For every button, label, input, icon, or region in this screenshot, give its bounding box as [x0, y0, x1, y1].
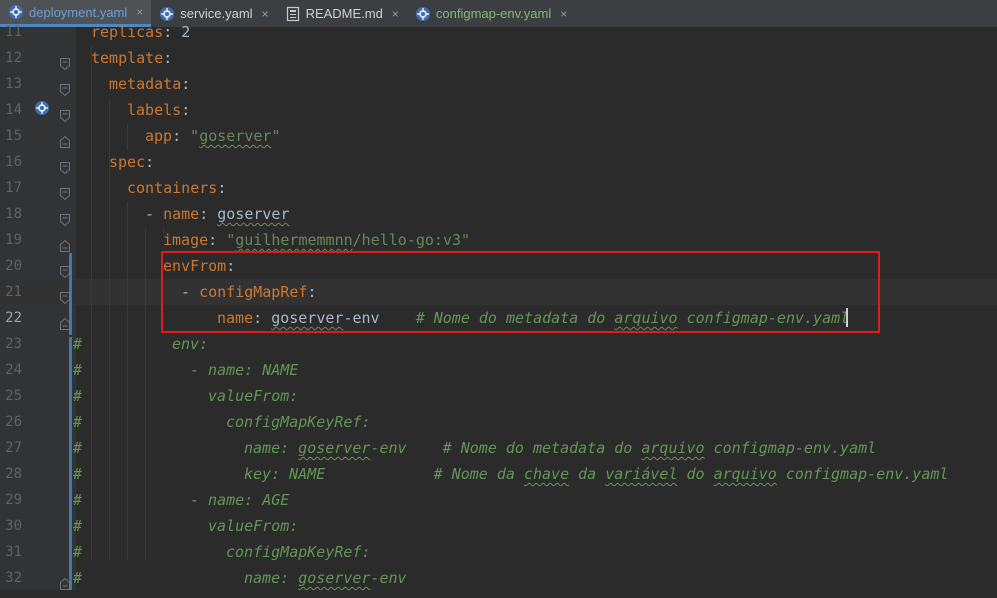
line-number: 21: [5, 284, 22, 300]
indent-guide: [145, 228, 146, 560]
code-line[interactable]: 27 # name: goserver-env # Nome do metadata…: [0, 435, 997, 461]
comment-marker: #: [73, 491, 83, 509]
code-line[interactable]: 30 # valueFrom:: [0, 513, 997, 539]
fold-collapse-icon[interactable]: [60, 52, 70, 71]
line-number: 15: [5, 128, 22, 144]
code-text[interactable]: labels:: [127, 97, 190, 123]
code-line[interactable]: 24 # - name: NAME: [0, 357, 997, 383]
code-line[interactable]: 29 # - name: AGE: [0, 487, 997, 513]
code-line[interactable]: 31 # configMapKeyRef:: [0, 539, 997, 565]
fold-collapse-icon[interactable]: [60, 156, 70, 175]
fold-collapse-icon[interactable]: [60, 208, 70, 227]
comment-marker: #: [73, 387, 83, 405]
indent-guide: [163, 228, 164, 233]
comment-marker: #: [73, 465, 83, 483]
line-number: 12: [5, 50, 22, 66]
vcs-change-marker[interactable]: [69, 337, 72, 590]
line-number: 19: [5, 232, 22, 248]
comment-marker: #: [73, 335, 83, 353]
line-number: 16: [5, 154, 22, 170]
fold-collapse-icon[interactable]: [60, 104, 70, 123]
line-number: 23: [5, 336, 22, 352]
tab-label: deployment.yaml: [29, 4, 128, 20]
code-text[interactable]: replicas: 2: [91, 19, 190, 45]
line-number: 17: [5, 180, 22, 196]
line-number: 29: [5, 492, 22, 508]
code-line[interactable]: 18 - name: goserver: [0, 201, 997, 227]
text-caret: [846, 308, 848, 327]
code-text[interactable]: - name: goserver: [145, 201, 290, 227]
kubernetes-gutter-icon[interactable]: [34, 100, 50, 116]
line-number: 14: [5, 102, 22, 118]
annotation-highlight-box: [161, 251, 880, 333]
code-text[interactable]: metadata:: [109, 71, 190, 97]
indent-guide: [127, 202, 128, 560]
code-text[interactable]: - name: NAME: [190, 357, 298, 383]
code-text[interactable]: name: goserver-env: [244, 565, 407, 591]
line-number: 11: [5, 24, 22, 40]
fold-collapse-icon[interactable]: [60, 78, 70, 97]
code-line[interactable]: 11 replicas: 2: [0, 19, 997, 45]
code-text[interactable]: key: NAME # Nome da chave da variável do…: [244, 461, 948, 487]
code-line[interactable]: 14 labels:: [0, 97, 997, 123]
fold-collapse-icon[interactable]: [60, 182, 70, 201]
code-line[interactable]: 28 # key: NAME # Nome da chave da variável…: [0, 461, 997, 487]
line-number: 26: [5, 414, 22, 430]
line-number: 24: [5, 362, 22, 378]
fold-end-icon[interactable]: [60, 234, 70, 252]
code-text[interactable]: env:: [172, 331, 208, 357]
vcs-change-marker[interactable]: [69, 253, 72, 335]
code-line[interactable]: 32 # name: goserver-env: [0, 565, 997, 591]
comment-marker: #: [73, 439, 83, 457]
yaml-k8s-icon: [8, 4, 24, 20]
indent-guide: [91, 46, 92, 560]
code-text[interactable]: valueFrom:: [208, 513, 298, 539]
line-number: 25: [5, 388, 22, 404]
indent-guide: [109, 98, 110, 560]
comment-marker: #: [73, 569, 83, 587]
line-number: 31: [5, 544, 22, 560]
line-number: 32: [5, 570, 22, 586]
code-text[interactable]: spec:: [109, 149, 154, 175]
fold-end-icon[interactable]: [60, 130, 70, 148]
line-number: 27: [5, 440, 22, 456]
close-icon[interactable]: ×: [136, 5, 143, 19]
code-text[interactable]: valueFrom:: [208, 383, 298, 409]
comment-marker: #: [73, 543, 83, 561]
code-line[interactable]: 16 spec:: [0, 149, 997, 175]
indent-guide: [127, 124, 128, 150]
code-line[interactable]: 25 # valueFrom:: [0, 383, 997, 409]
comment-marker: #: [73, 361, 83, 379]
code-line[interactable]: 13 metadata:: [0, 71, 997, 97]
code-line[interactable]: 15 app: "goserver": [0, 123, 997, 149]
code-text[interactable]: containers:: [127, 175, 226, 201]
line-number: 18: [5, 206, 22, 222]
code-text[interactable]: name: goserver-env # Nome do metadata do…: [244, 435, 876, 461]
code-line[interactable]: 17 containers:: [0, 175, 997, 201]
line-number: 22: [5, 310, 22, 326]
code-text[interactable]: configMapKeyRef:: [226, 409, 371, 435]
code-text[interactable]: app: "goserver": [145, 123, 280, 149]
code-text[interactable]: template:: [91, 45, 172, 71]
comment-marker: #: [73, 517, 83, 535]
line-number: 13: [5, 76, 22, 92]
code-text[interactable]: image: "guilhermemmnn/hello-go:v3": [163, 227, 470, 253]
comment-marker: #: [73, 413, 83, 431]
line-number: 30: [5, 518, 22, 534]
line-number: 28: [5, 466, 22, 482]
code-text[interactable]: - name: AGE: [190, 487, 289, 513]
code-text[interactable]: configMapKeyRef:: [226, 539, 371, 565]
line-number: 20: [5, 258, 22, 274]
code-line[interactable]: 12 template:: [0, 45, 997, 71]
code-line[interactable]: 26 # configMapKeyRef:: [0, 409, 997, 435]
code-line[interactable]: 23 # env:: [0, 331, 997, 357]
code-line[interactable]: 19 image: "guilhermemmnn/hello-go:v3": [0, 227, 997, 253]
